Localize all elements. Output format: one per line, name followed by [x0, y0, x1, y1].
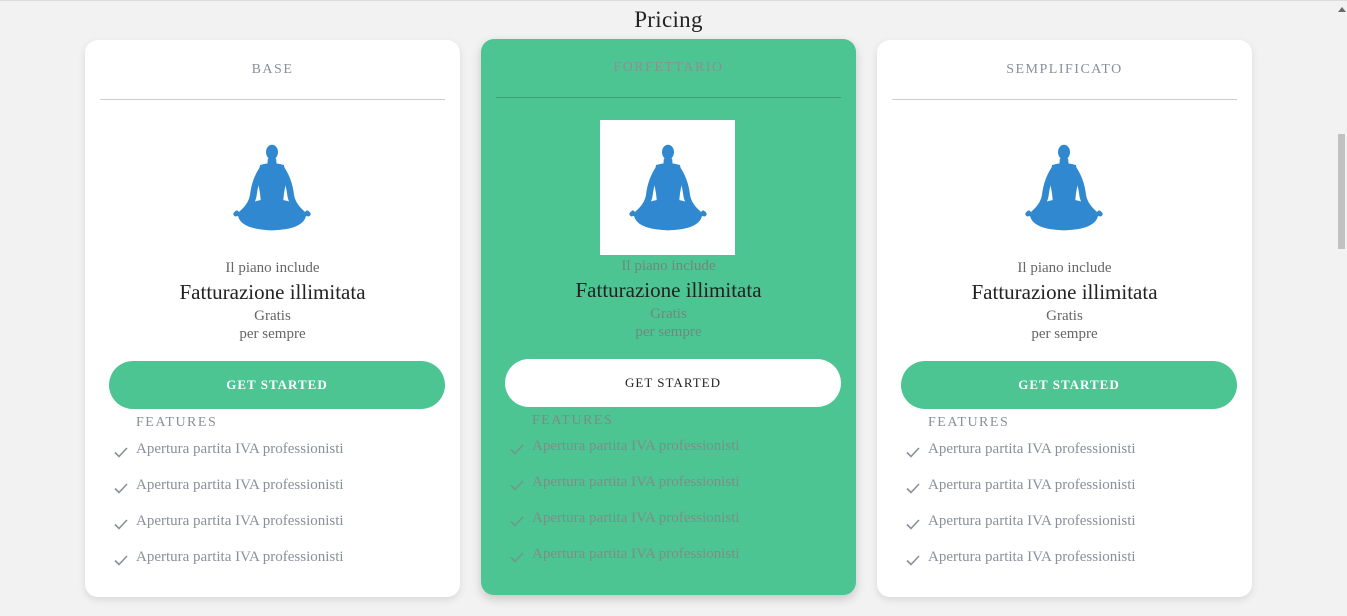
feature-item: Apertura partita IVA professionisti	[509, 435, 740, 471]
includes-label: Il piano include	[225, 260, 320, 276]
checkmark-icon	[510, 480, 524, 491]
get-started-button[interactable]: GET STARTED	[901, 361, 1237, 409]
checkmark-icon	[510, 444, 524, 455]
feature-item: Apertura partita IVA professionisti	[905, 438, 1136, 474]
feature-text: Apertura partita IVA professionisti	[136, 513, 344, 529]
plan-name: FORFETTARIO	[613, 60, 724, 75]
plan-main-feature: Fatturazione illimitata	[179, 280, 366, 304]
feature-text: Apertura partita IVA professionisti	[928, 513, 1136, 529]
pricing-card-forfettario: FORFETTARIO Il piano include Fatturazion…	[481, 39, 856, 595]
meditation-figure-icon	[628, 144, 707, 230]
pricing-card-semplificato: SEMPLIFICATO Il piano include Fatturazio…	[877, 40, 1252, 597]
checkmark-icon	[906, 447, 920, 458]
checkmark-icon	[906, 519, 920, 530]
pricing-card-base: BASE Il piano include Fatturazione illim…	[85, 40, 460, 597]
card-divider	[496, 97, 841, 98]
page-scrollbar[interactable]	[1337, 1, 1347, 616]
feature-text: Apertura partita IVA professionisti	[532, 474, 740, 490]
checkmark-icon	[906, 483, 920, 494]
feature-text: Apertura partita IVA professionisti	[136, 477, 344, 493]
feature-list: Apertura partita IVA professionisti Aper…	[113, 438, 344, 582]
plan-price: Gratis	[1046, 308, 1083, 324]
features-heading: FEATURES	[532, 413, 614, 428]
feature-text: Apertura partita IVA professionisti	[928, 477, 1136, 493]
feature-item: Apertura partita IVA professionisti	[509, 543, 740, 579]
checkmark-icon	[114, 555, 128, 566]
plan-illustration	[996, 120, 1131, 255]
feature-text: Apertura partita IVA professionisti	[532, 546, 740, 562]
includes-label: Il piano include	[621, 258, 716, 274]
feature-item: Apertura partita IVA professionisti	[509, 471, 740, 507]
plan-price: Gratis	[650, 306, 687, 322]
plan-period: per sempre	[635, 324, 702, 340]
plan-main-feature: Fatturazione illimitata	[575, 278, 762, 302]
checkmark-icon	[510, 516, 524, 527]
card-divider	[892, 99, 1237, 100]
feature-item: Apertura partita IVA professionisti	[113, 474, 344, 510]
feature-text: Apertura partita IVA professionisti	[928, 441, 1136, 457]
get-started-button[interactable]: GET STARTED	[109, 361, 445, 409]
checkmark-icon	[114, 447, 128, 458]
plan-period: per sempre	[1031, 326, 1098, 342]
feature-item: Apertura partita IVA professionisti	[905, 546, 1136, 582]
scroll-up-arrow-icon[interactable]	[1338, 7, 1346, 12]
checkmark-icon	[114, 483, 128, 494]
plan-period: per sempre	[239, 326, 306, 342]
features-heading: FEATURES	[136, 415, 218, 430]
plan-illustration	[204, 120, 339, 255]
feature-text: Apertura partita IVA professionisti	[136, 441, 344, 457]
plan-name: BASE	[251, 62, 294, 77]
scrollbar-thumb[interactable]	[1338, 134, 1345, 249]
get-started-button[interactable]: GET STARTED	[505, 359, 841, 407]
feature-text: Apertura partita IVA professionisti	[532, 438, 740, 454]
feature-item: Apertura partita IVA professionisti	[509, 507, 740, 543]
plan-name: SEMPLIFICATO	[1006, 62, 1123, 77]
plan-main-feature: Fatturazione illimitata	[971, 280, 1158, 304]
feature-item: Apertura partita IVA professionisti	[113, 438, 344, 474]
plan-illustration	[600, 120, 735, 255]
meditation-figure-icon	[232, 144, 311, 230]
feature-item: Apertura partita IVA professionisti	[113, 546, 344, 582]
feature-text: Apertura partita IVA professionisti	[532, 510, 740, 526]
checkmark-icon	[510, 552, 524, 563]
meditation-figure-icon	[1024, 144, 1103, 230]
includes-label: Il piano include	[1017, 260, 1112, 276]
feature-text: Apertura partita IVA professionisti	[136, 549, 344, 565]
feature-item: Apertura partita IVA professionisti	[905, 474, 1136, 510]
feature-item: Apertura partita IVA professionisti	[113, 510, 344, 546]
checkmark-icon	[906, 555, 920, 566]
feature-item: Apertura partita IVA professionisti	[905, 510, 1136, 546]
features-heading: FEATURES	[928, 415, 1010, 430]
page-title: Pricing	[634, 7, 703, 32]
feature-list: Apertura partita IVA professionisti Aper…	[509, 435, 740, 579]
card-divider	[100, 99, 445, 100]
feature-text: Apertura partita IVA professionisti	[928, 549, 1136, 565]
plan-price: Gratis	[254, 308, 291, 324]
feature-list: Apertura partita IVA professionisti Aper…	[905, 438, 1136, 582]
checkmark-icon	[114, 519, 128, 530]
